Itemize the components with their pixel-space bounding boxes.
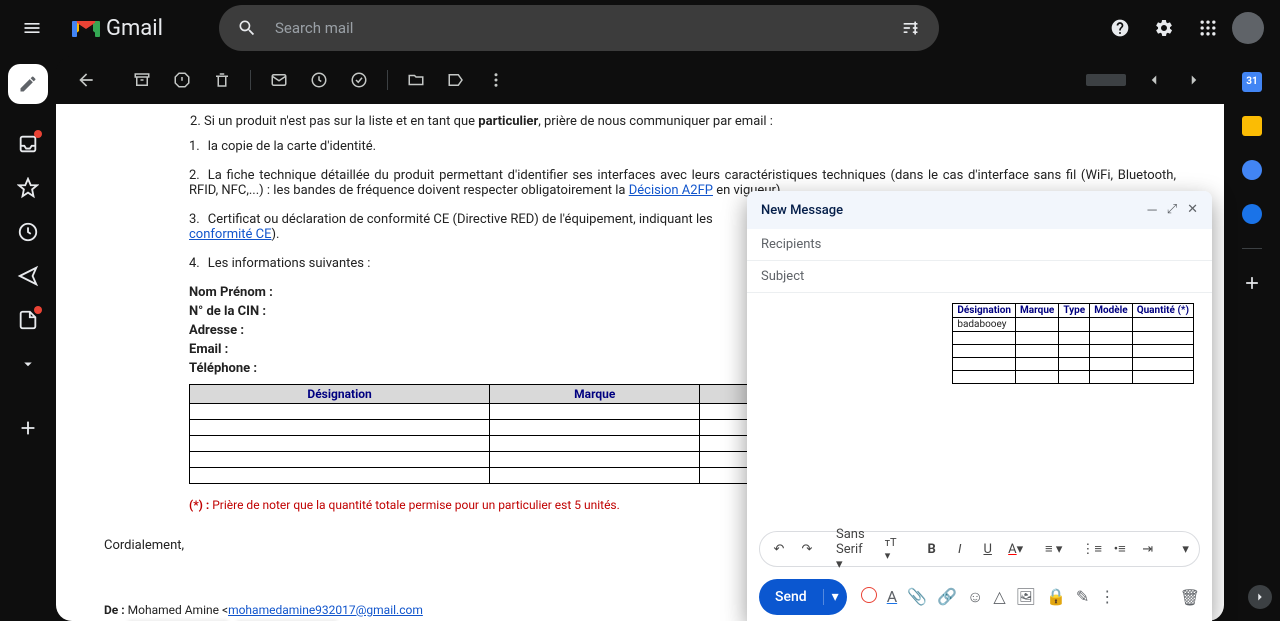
addons-icon[interactable] <box>1242 273 1262 293</box>
gmail-logo[interactable]: Gmail <box>64 16 171 41</box>
tasks-icon[interactable] <box>1242 160 1262 180</box>
mark-unread-icon[interactable] <box>261 62 297 98</box>
snooze-icon[interactable] <box>301 62 337 98</box>
font-size-icon[interactable]: тT ▾ <box>885 536 903 562</box>
format-toolbar: ↶ ↷ Sans Serif ▾ тT ▾ B I U A ▾ ≡ ▾ ⋮≡ •… <box>759 531 1200 567</box>
compose-body[interactable]: DésignationMarqueTypeModèleQuantité (*) … <box>747 293 1212 531</box>
label-icon[interactable] <box>438 62 474 98</box>
text-color-icon[interactable]: A ▾ <box>1007 542 1025 557</box>
spam-icon[interactable] <box>164 62 200 98</box>
recipients-field[interactable]: Recipients <box>747 229 1212 261</box>
keep-icon[interactable] <box>1242 116 1262 136</box>
task-icon[interactable] <box>341 62 377 98</box>
fullscreen-icon[interactable]: ⤢ <box>1167 202 1177 218</box>
attach-icon[interactable]: 📎 <box>907 587 927 607</box>
more-icon[interactable] <box>16 352 40 376</box>
image-icon[interactable]: 🖼 <box>1016 587 1036 607</box>
indent-icon[interactable]: ⇥ <box>1139 542 1157 557</box>
email-link[interactable]: mohamedamine932017@gmail.com <box>228 603 423 617</box>
bold-icon[interactable]: B <box>923 542 941 557</box>
ordered-list-icon[interactable]: ⋮≡ <box>1083 541 1101 557</box>
gmail-logo-text: Gmail <box>106 16 163 41</box>
conformite-link[interactable]: conformité CE <box>189 227 272 242</box>
new-label-icon[interactable] <box>16 416 40 440</box>
move-icon[interactable] <box>398 62 434 98</box>
font-select[interactable]: Sans Serif ▾ <box>836 527 865 572</box>
decision-link[interactable]: Décision A2FP <box>629 183 713 198</box>
more-actions-icon[interactable] <box>478 62 514 98</box>
apps-icon[interactable] <box>1188 8 1228 48</box>
calendar-icon[interactable]: 31 <box>1242 72 1262 92</box>
search-options-icon[interactable] <box>891 8 931 48</box>
expand-sidepanel-icon[interactable] <box>1248 585 1272 609</box>
search-icon[interactable] <box>227 8 267 48</box>
next-icon[interactable] <box>1176 62 1212 98</box>
search-input[interactable] <box>267 19 891 37</box>
close-icon[interactable]: ✕ <box>1187 202 1198 218</box>
link-icon[interactable]: 🔗 <box>937 587 957 607</box>
compose-button[interactable] <box>8 64 48 104</box>
italic-icon[interactable]: I <box>951 542 969 557</box>
delete-icon[interactable] <box>204 62 240 98</box>
drive-icon[interactable]: △ <box>993 587 1005 607</box>
back-icon[interactable] <box>68 62 104 98</box>
list-item: Si un produit n'est pas sur la liste et … <box>204 114 1176 129</box>
starred-icon[interactable] <box>16 176 40 200</box>
discard-icon[interactable]: 🗑 <box>1180 588 1200 607</box>
drafts-icon[interactable] <box>16 308 40 332</box>
snoozed-icon[interactable] <box>16 220 40 244</box>
format-toggle-icon[interactable] <box>861 587 877 603</box>
sent-icon[interactable] <box>16 264 40 288</box>
main-menu-icon[interactable] <box>8 8 56 48</box>
contacts-icon[interactable] <box>1242 204 1262 224</box>
help-icon[interactable] <box>1100 8 1140 48</box>
lock-icon[interactable]: 🔒 <box>1046 587 1066 607</box>
text-style-icon[interactable]: A <box>887 587 897 607</box>
subject-field[interactable]: Subject <box>747 261 1212 293</box>
undo-icon[interactable]: ↶ <box>770 542 788 557</box>
redo-icon[interactable]: ↷ <box>798 542 816 557</box>
emoji-icon[interactable]: ☺ <box>967 587 983 607</box>
inbox-icon[interactable] <box>16 132 40 156</box>
compose-window: New Message ─ ⤢ ✕ Recipients Subject Dés… <box>747 191 1212 621</box>
pen-icon[interactable]: ✎ <box>1076 587 1089 607</box>
underline-icon[interactable]: U <box>979 542 997 557</box>
more-options-icon[interactable]: ⋮ <box>1099 587 1115 607</box>
pager-info <box>1086 74 1126 86</box>
archive-icon[interactable] <box>124 62 160 98</box>
bullet-list-icon[interactable]: •≡ <box>1111 541 1129 557</box>
settings-icon[interactable] <box>1144 8 1184 48</box>
prev-icon[interactable] <box>1136 62 1172 98</box>
align-icon[interactable]: ≡ ▾ <box>1045 541 1063 557</box>
minimize-icon[interactable]: ─ <box>1147 202 1156 218</box>
avatar[interactable] <box>1232 12 1264 44</box>
compose-table[interactable]: DésignationMarqueTypeModèleQuantité (*) … <box>952 303 1194 384</box>
search-box[interactable] <box>219 5 939 51</box>
send-button[interactable]: Send ▾ <box>759 579 847 615</box>
send-more-icon[interactable]: ▾ <box>823 589 847 605</box>
compose-title: New Message <box>761 203 843 218</box>
more-format-icon[interactable]: ▾ <box>1177 542 1195 557</box>
